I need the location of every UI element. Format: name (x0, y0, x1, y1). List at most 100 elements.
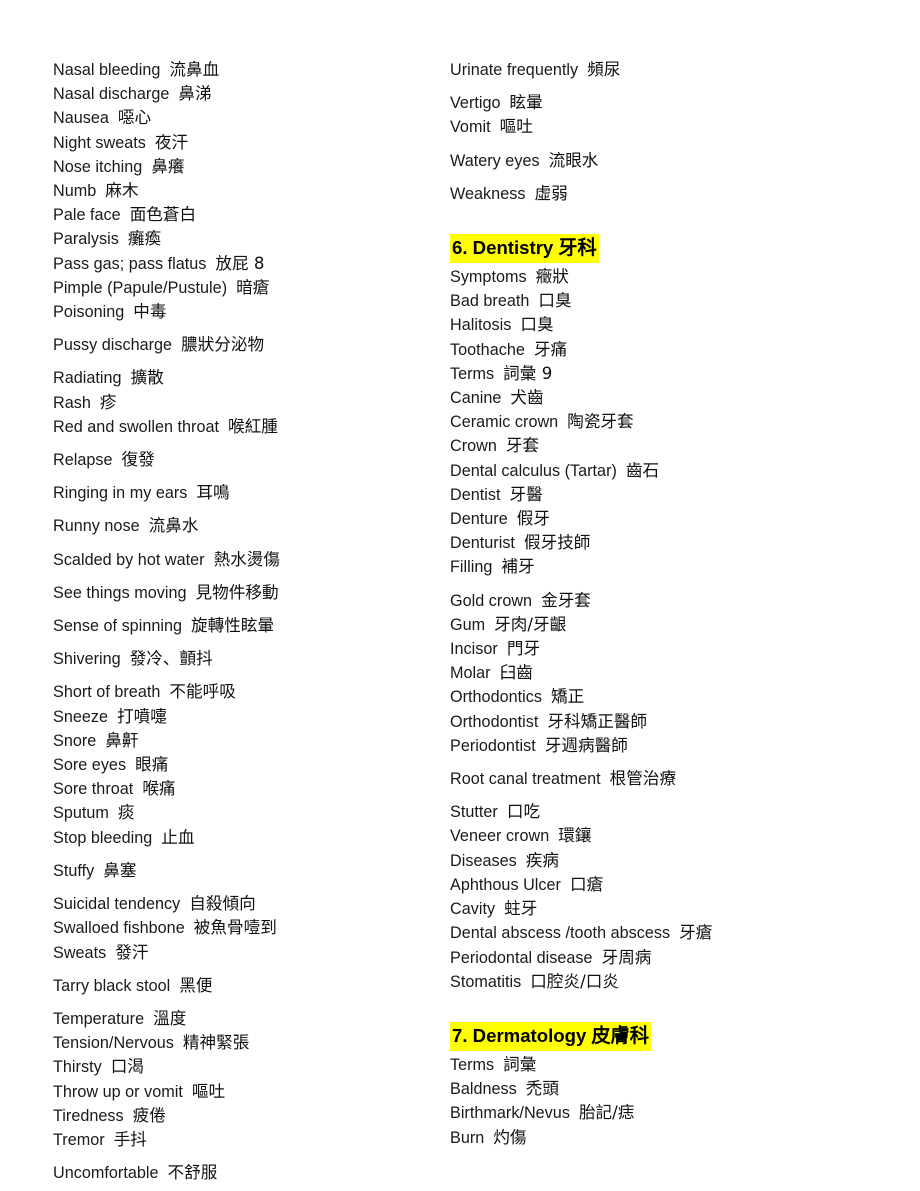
glossary-entry: Molar 臼齒 (450, 661, 920, 685)
glossary-entry: Dental calculus (Tartar) 齒石 (450, 459, 920, 483)
glossary-term-english: Sore throat (53, 780, 134, 799)
section-heading: 7. Dermatology 皮膚科 (450, 1021, 651, 1051)
glossary-entry: Ceramic crown 陶瓷牙套 (450, 410, 920, 434)
glossary-term-english: Uncomfortable (53, 1164, 159, 1183)
glossary-term-chinese: 嘔吐 (191, 1081, 226, 1101)
glossary-term-english: Ringing in my ears (53, 484, 188, 503)
glossary-term-chinese: 蛀牙 (504, 899, 538, 919)
section-heading-english: 6. Dentistry (452, 237, 554, 259)
glossary-entry: Thirsty 口渴 (53, 1055, 440, 1079)
glossary-entry: Poisoning 中毒 (53, 300, 440, 324)
glossary-term-chinese: 虛弱 (534, 183, 568, 203)
glossary-entry: Symptoms 癥狀 (450, 265, 920, 289)
glossary-term-english: See things moving (53, 583, 187, 602)
glossary-term-english: Filling (450, 558, 493, 577)
glossary-term-chinese: 詞彙 (503, 1054, 537, 1074)
glossary-term-english: Night sweats (53, 133, 146, 152)
glossary-term-english: Sore eyes (53, 756, 127, 775)
glossary-term-chinese: 癥狀 (535, 267, 569, 287)
glossary-entry: Urinate frequently 頻尿 (450, 58, 920, 82)
glossary-entry: Pass gas; pass flatus 放屁 8 (53, 252, 440, 276)
glossary-term-chinese: 熱水燙傷 (213, 549, 281, 569)
glossary-term-chinese: 擴散 (130, 368, 164, 388)
glossary-term-english: Sense of spinning (53, 617, 183, 636)
glossary-term-chinese: 流鼻水 (148, 516, 199, 536)
glossary-entry: Stomatitis 口腔炎/口炎 (450, 970, 920, 994)
glossary-term-english: Incisor (450, 640, 498, 659)
glossary-entry: Nausea 噁心 (53, 106, 440, 130)
glossary-entry: Stop bleeding 止血 (53, 826, 440, 850)
glossary-term-chinese: 耳鳴 (196, 483, 230, 503)
glossary-term-english: Periodontist (450, 736, 536, 755)
glossary-term-english: Snore (53, 731, 97, 750)
glossary-term-chinese: 麻木 (105, 181, 139, 201)
glossary-term-chinese: 眼痛 (135, 755, 169, 775)
glossary-term-chinese: 口吃 (506, 802, 541, 822)
glossary-term-chinese: 牙醫 (509, 484, 543, 504)
glossary-term-english: Burn (450, 1128, 485, 1147)
glossary-term-english: Paralysis (53, 230, 119, 249)
glossary-term-chinese: 鼻癢 (151, 156, 185, 176)
glossary-entry: Dental abscess /tooth abscess 牙瘡 (450, 921, 920, 945)
glossary-entry: Nasal discharge 鼻涕 (53, 82, 440, 106)
glossary-entry: Crown 牙套 (450, 434, 920, 458)
glossary-term-chinese: 夜汗 (154, 132, 189, 152)
glossary-term-chinese: 喉痛 (142, 779, 176, 799)
glossary-term-english: Halitosis (450, 316, 512, 335)
glossary-term-english: Stuffy (53, 861, 95, 880)
glossary-entry: Denturist 假牙技師 (450, 531, 920, 555)
glossary-entry: Night sweats 夜汗 (53, 131, 440, 155)
glossary-term-english: Ceramic crown (450, 413, 559, 432)
glossary-term-chinese: 環鑲 (558, 826, 592, 846)
glossary-term-english: Dental calculus (Tartar) (450, 461, 617, 480)
glossary-term-chinese: 精神緊張 (182, 1033, 250, 1053)
document-page: Nasal bleeding 流鼻血 Nasal discharge 鼻涕 Nausea… (0, 0, 920, 1191)
glossary-term-english: Stutter (450, 803, 498, 822)
glossary-term-chinese: 牙瘡 (679, 923, 713, 943)
glossary-entry: Snore 鼻鼾 (53, 729, 440, 753)
glossary-term-english: Nausea (53, 109, 109, 128)
glossary-term-english: Pussy discharge (53, 336, 173, 355)
glossary-term-chinese: 齒石 (625, 460, 660, 480)
glossary-term-chinese: 詞彙 9 (503, 363, 553, 383)
glossary-entry: Sputum 痰 (53, 801, 440, 825)
glossary-term-chinese: 牙套 (505, 436, 540, 456)
glossary-entry: Stuffy 鼻塞 (53, 859, 440, 883)
glossary-entry: Periodontal disease 牙周病 (450, 946, 920, 970)
glossary-term-chinese: 犬齒 (510, 388, 544, 408)
glossary-entry: Nasal bleeding 流鼻血 (53, 58, 440, 82)
left-column: Nasal bleeding 流鼻血 Nasal discharge 鼻涕 Nausea… (0, 0, 440, 1191)
glossary-term-chinese: 黑便 (179, 975, 213, 995)
glossary-term-english: Symptoms (450, 268, 527, 287)
glossary-term-chinese: 發汗 (115, 942, 149, 962)
glossary-term-english: Denturist (450, 534, 515, 553)
glossary-entry: Shivering 發冷、顫抖 (53, 647, 440, 671)
glossary-term-chinese: 疾病 (525, 850, 559, 870)
glossary-term-chinese: 打噴嚏 (117, 706, 167, 726)
glossary-entry: Tarry black stool 黑便 (53, 974, 440, 998)
glossary-term-chinese: 假牙 (516, 509, 550, 529)
glossary-term-english: Swalloed fishbone (53, 919, 185, 938)
glossary-term-chinese: 陶瓷牙套 (567, 412, 634, 432)
glossary-entry: Paralysis 癱瘓 (53, 227, 440, 251)
glossary-term-chinese: 矯正 (551, 687, 585, 707)
glossary-term-english: Relapse (53, 451, 113, 470)
glossary-entry: Gold crown 金牙套 (450, 589, 920, 613)
glossary-term-english: Tiredness (53, 1106, 124, 1125)
glossary-entry: Throw up or vomit 嘔吐 (53, 1080, 440, 1104)
glossary-term-english: Stop bleeding (53, 828, 153, 847)
glossary-term-chinese: 喉紅腫 (228, 416, 278, 436)
section-heading: 6. Dentistry 牙科 (450, 234, 599, 264)
glossary-entry: Red and swollen throat 喉紅腫 (53, 415, 440, 439)
glossary-entry: Sneeze 打噴嚏 (53, 705, 440, 729)
glossary-entry: Gum 牙肉/牙齦 (450, 613, 920, 637)
glossary-entry: Sense of spinning 旋轉性眩暈 (53, 614, 440, 638)
glossary-term-english: Suicidal tendency (53, 895, 181, 914)
glossary-term-english: Pimple (Papule/Pustule) (53, 278, 228, 297)
glossary-term-chinese: 牙痛 (533, 339, 568, 359)
glossary-entry: Numb 麻木 (53, 179, 440, 203)
glossary-term-chinese: 止血 (161, 827, 195, 847)
glossary-entry: Tiredness 疲倦 (53, 1104, 440, 1128)
glossary-entry: Pussy discharge 膿狀分泌物 (53, 333, 440, 357)
glossary-term-english: Birthmark/Nevus (450, 1104, 570, 1123)
